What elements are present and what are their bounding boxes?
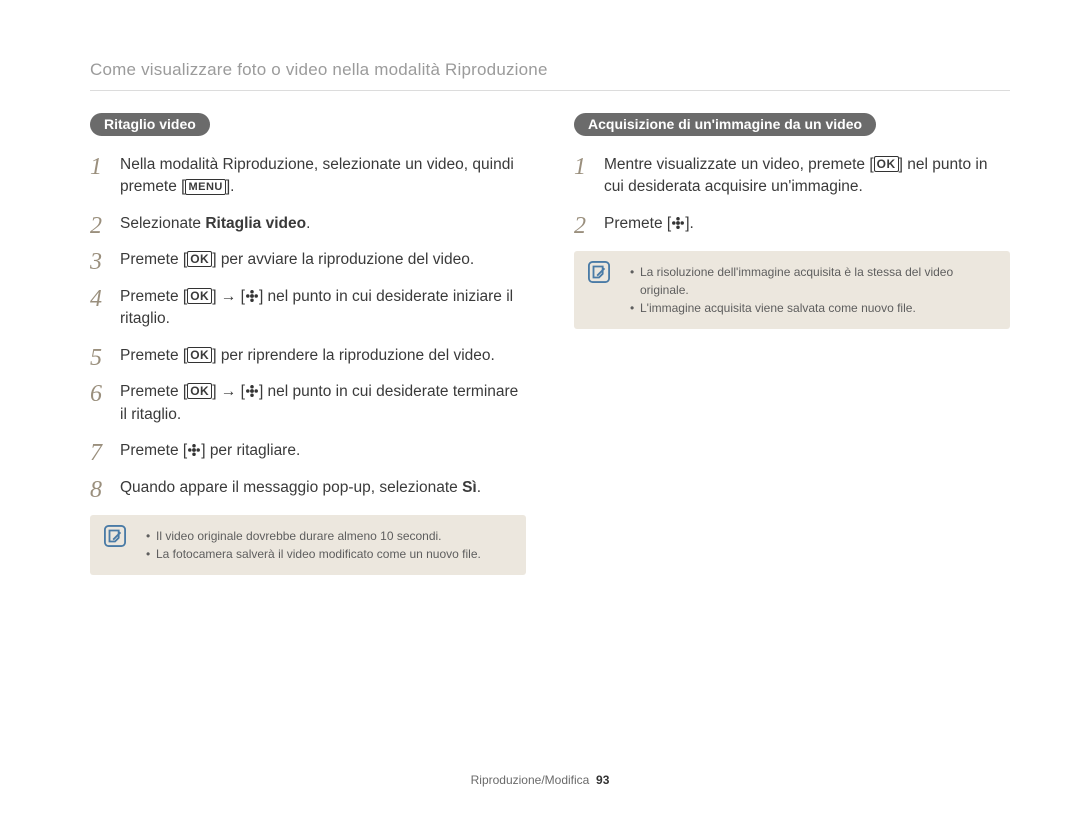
note-item: L'immagine acquisita viene salvata come …	[630, 299, 994, 317]
right-step-2: Premete [].	[574, 213, 1010, 235]
left-steps: Nella modalità Riproduzione, selezionate…	[90, 154, 526, 499]
step-text: Mentre visualizzate un video, premete [	[604, 156, 874, 173]
right-note-box: La risoluzione dell'immagine acquisita è…	[574, 251, 1010, 329]
page-number: 93	[596, 773, 609, 787]
step-text: ] per riprendere la riproduzione del vid…	[212, 347, 495, 364]
left-step-1: Nella modalità Riproduzione, selezionate…	[90, 154, 526, 199]
step-text: ].	[685, 215, 694, 232]
step-text: Premete [	[120, 251, 187, 268]
menu-button-icon: MENU	[185, 179, 225, 195]
ok-button-icon: OK	[187, 288, 212, 304]
note-item: La fotocamera salverà il video modificat…	[146, 545, 510, 563]
left-column: Ritaglio video Nella modalità Riproduzio…	[90, 113, 526, 575]
step-text: Premete [	[120, 383, 187, 400]
note-list: La risoluzione dell'immagine acquisita è…	[630, 263, 994, 317]
step-text: Premete [	[120, 288, 187, 305]
note-item: La risoluzione dell'immagine acquisita è…	[630, 263, 994, 299]
left-step-5: Premete [OK] per riprendere la riproduzi…	[90, 345, 526, 367]
right-heading-pill: Acquisizione di un'immagine da un video	[574, 113, 876, 136]
left-note-box: Il video originale dovrebbe durare almen…	[90, 515, 526, 575]
flower-icon	[245, 289, 259, 303]
note-list: Il video originale dovrebbe durare almen…	[146, 527, 510, 563]
step-text: Premete [	[604, 215, 671, 232]
page-container: Come visualizzare foto o video nella mod…	[0, 0, 1080, 815]
step-bold: Ritaglia video	[205, 215, 306, 232]
left-step-7: Premete [ ] per ritagliare.	[90, 440, 526, 462]
right-step-1: Mentre visualizzate un video, premete [O…	[574, 154, 1010, 199]
left-step-4: Premete [OK] → [] nel punto in cui desid…	[90, 286, 526, 331]
flower-icon	[187, 443, 201, 457]
note-icon	[104, 525, 126, 547]
page-footer: Riproduzione/Modifica 93	[0, 773, 1080, 787]
right-steps: Mentre visualizzate un video, premete [O…	[574, 154, 1010, 235]
left-heading-pill: Ritaglio video	[90, 113, 210, 136]
header-divider	[90, 90, 1010, 91]
step-text: Selezionate	[120, 215, 205, 232]
note-icon	[588, 261, 610, 283]
footer-section: Riproduzione/Modifica	[471, 773, 590, 787]
step-text: ] → [	[212, 288, 245, 305]
right-column: Acquisizione di un'immagine da un video …	[574, 113, 1010, 575]
step-text: ].	[226, 178, 235, 195]
left-step-3: Premete [OK] per avviare la riproduzione…	[90, 249, 526, 271]
step-text: Nella modalità Riproduzione, selezionate…	[120, 156, 514, 195]
ok-button-icon: OK	[187, 347, 212, 363]
left-step-2: Selezionate Ritaglia video.	[90, 213, 526, 235]
content-columns: Ritaglio video Nella modalità Riproduzio…	[90, 113, 1010, 575]
step-text: ] per ritagliare.	[201, 442, 300, 459]
ok-button-icon: OK	[187, 251, 212, 267]
step-bold: Sì	[462, 479, 477, 496]
step-text: Premete [	[120, 347, 187, 364]
left-step-6: Premete [OK] → [] nel punto in cui desid…	[90, 381, 526, 426]
step-text: .	[306, 215, 310, 232]
step-text: .	[477, 479, 481, 496]
flower-icon	[245, 384, 259, 398]
note-item: Il video originale dovrebbe durare almen…	[146, 527, 510, 545]
page-header: Come visualizzare foto o video nella mod…	[90, 60, 1010, 80]
flower-icon	[671, 216, 685, 230]
ok-button-icon: OK	[874, 156, 899, 172]
step-text: Quando appare il messaggio pop-up, selez…	[120, 479, 462, 496]
step-text: ] → [	[212, 383, 245, 400]
left-step-8: Quando appare il messaggio pop-up, selez…	[90, 477, 526, 499]
step-text: Premete [	[120, 442, 187, 459]
ok-button-icon: OK	[187, 383, 212, 399]
step-text: ] per avviare la riproduzione del video.	[212, 251, 474, 268]
